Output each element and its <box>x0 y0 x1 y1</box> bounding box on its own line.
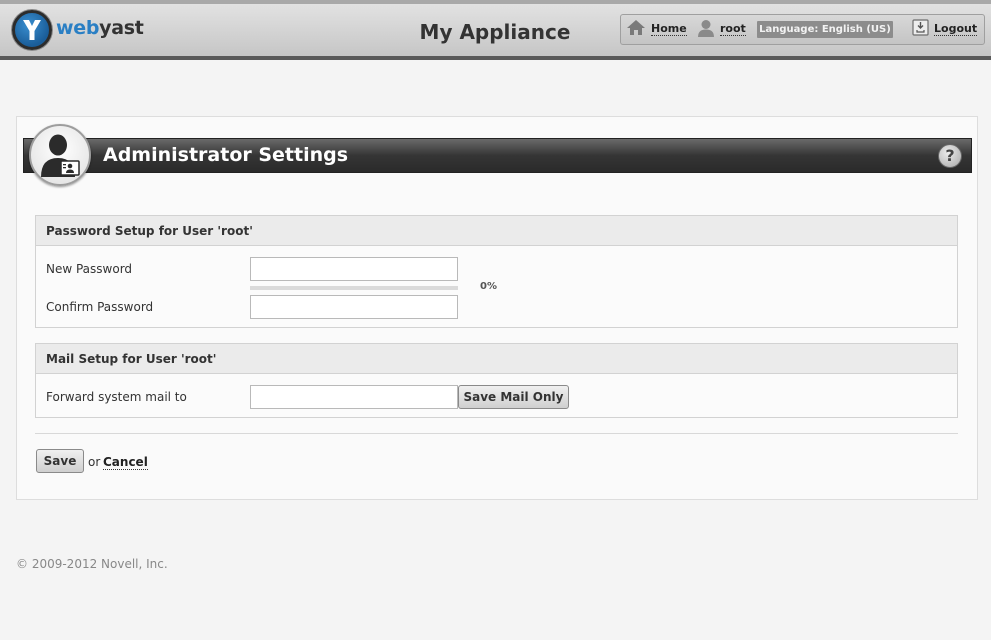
new-password-label: New Password <box>46 262 133 276</box>
password-strength-bar <box>250 286 458 290</box>
cancel-link[interactable]: Cancel <box>103 455 148 470</box>
top-navigation: Home root Language: English (US) Logout <box>620 14 985 45</box>
settings-panel: Administrator Settings ? Password Setup … <box>16 116 978 500</box>
save-mail-only-button[interactable]: Save Mail Only <box>458 385 569 409</box>
app-title: My Appliance <box>419 20 571 44</box>
user-icon <box>697 19 715 41</box>
confirm-password-input[interactable] <box>250 295 458 319</box>
page-title-bar: Administrator Settings ? <box>23 138 972 173</box>
password-setup-section: Password Setup for User 'root' New Passw… <box>35 215 958 328</box>
forward-mail-input[interactable] <box>250 385 458 409</box>
home-icon <box>626 19 646 40</box>
save-button[interactable]: Save <box>36 449 84 473</box>
webyast-logo-text: webyast <box>56 16 144 40</box>
actions-divider <box>35 433 958 434</box>
forward-mail-label: Forward system mail to <box>46 390 187 404</box>
nav-home[interactable]: Home <box>626 15 687 44</box>
top-header: webyast My Appliance Home root Language:… <box>0 0 991 60</box>
home-link[interactable]: Home <box>651 23 687 36</box>
webyast-logo-icon[interactable] <box>12 10 52 50</box>
new-password-input[interactable] <box>250 257 458 281</box>
user-link[interactable]: root <box>720 23 746 36</box>
administrator-icon <box>29 124 91 186</box>
or-text: or <box>88 455 101 469</box>
password-section-heading: Password Setup for User 'root' <box>36 216 957 246</box>
logo-text-yast: yast <box>99 17 144 39</box>
page-title: Administrator Settings <box>103 144 349 166</box>
help-icon[interactable]: ? <box>938 144 962 168</box>
logout-icon <box>912 19 929 40</box>
password-strength-percent: 0% <box>480 281 497 292</box>
language-button[interactable]: Language: English (US) <box>757 21 893 38</box>
mail-setup-section: Mail Setup for User 'root' Forward syste… <box>35 343 958 418</box>
mail-section-heading: Mail Setup for User 'root' <box>36 344 957 374</box>
nav-user[interactable]: root <box>697 15 746 44</box>
nav-logout[interactable]: Logout <box>912 15 978 44</box>
logo-text-web: web <box>56 17 100 39</box>
confirm-password-label: Confirm Password <box>46 300 154 314</box>
footer-copyright: © 2009-2012 Novell, Inc. <box>16 557 168 571</box>
logout-link[interactable]: Logout <box>934 23 978 36</box>
